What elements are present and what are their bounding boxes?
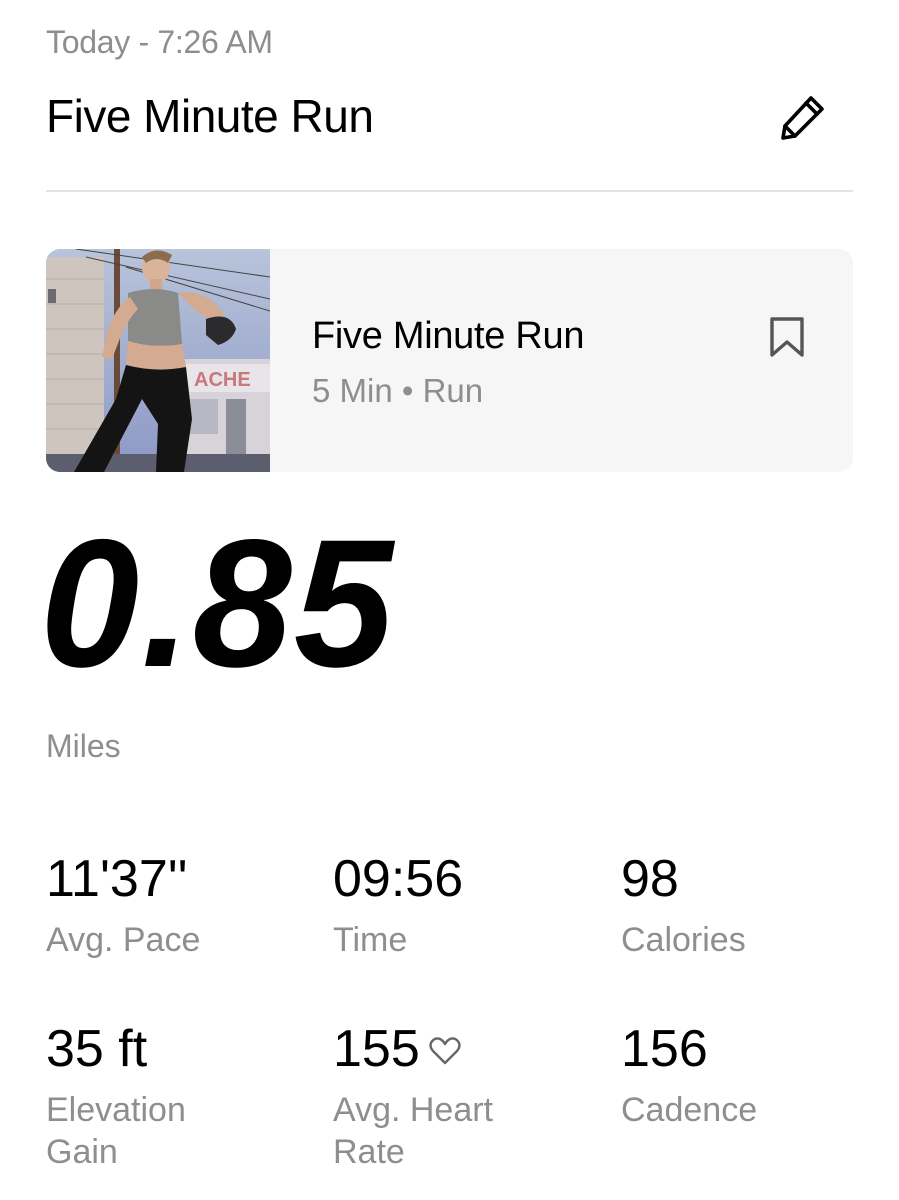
avg-pace-value: 11'37'' (46, 850, 188, 908)
workout-card[interactable]: ACHE Five Minute Run 5 Min • Run (46, 249, 853, 472)
calories-value: 98 (621, 850, 679, 908)
heart-rate-label-line2: Rate (333, 1133, 405, 1171)
bookmark-icon (770, 317, 804, 357)
cadence-label: Cadence (621, 1091, 758, 1129)
svg-text:ACHE: ACHE (194, 369, 251, 391)
cadence-value: 156 (621, 1020, 708, 1078)
page-title: Five Minute Run (46, 90, 374, 142)
edit-button[interactable] (774, 90, 832, 144)
elevation-label-line2: Gain (46, 1133, 118, 1171)
workout-subtitle: 5 Min • Run (312, 372, 484, 409)
elevation-label: Elevation Gain (46, 1089, 316, 1173)
heart-rate-label-line1: Avg. Heart (333, 1091, 494, 1129)
runner-photo: ACHE (46, 249, 270, 472)
stat-avg-pace: 11'37'' Avg. Pace (46, 853, 316, 961)
stat-elevation: 35 ft Elevation Gain (46, 1023, 316, 1173)
distance-value: 0.85 (40, 501, 395, 705)
stat-cadence: 156 Cadence (621, 1023, 891, 1131)
distance-unit: Miles (46, 728, 121, 764)
stat-heart-rate: 155 Avg. Heart Rate (333, 1023, 603, 1173)
heart-icon (429, 1037, 461, 1065)
activity-date-time: Today - 7:26 AM (46, 24, 273, 60)
time-value: 09:56 (333, 850, 464, 908)
time-label: Time (333, 921, 408, 959)
heart-rate-row: 155 (333, 1023, 603, 1075)
stat-calories: 98 Calories (621, 853, 891, 961)
bookmark-button[interactable] (764, 311, 810, 363)
elevation-label-line1: Elevation (46, 1091, 186, 1129)
stat-time: 09:56 Time (333, 853, 603, 961)
heart-rate-label: Avg. Heart Rate (333, 1089, 603, 1173)
header-divider (46, 190, 853, 192)
calories-label: Calories (621, 921, 746, 959)
pencil-icon (781, 96, 824, 140)
heart-rate-value: 155 (333, 1020, 420, 1078)
workout-title: Five Minute Run (312, 315, 585, 357)
avg-pace-label: Avg. Pace (46, 921, 201, 959)
elevation-value: 35 ft (46, 1020, 148, 1078)
